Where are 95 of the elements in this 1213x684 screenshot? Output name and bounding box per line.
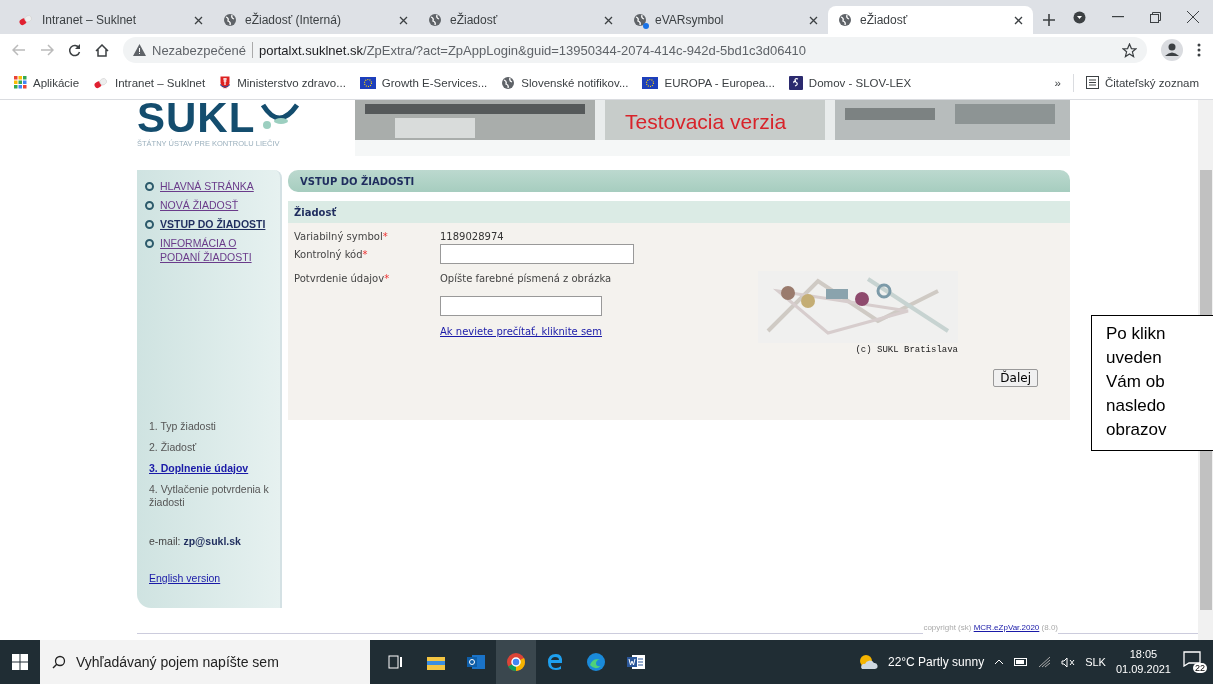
weather-text[interactable]: 22°C Partly sunny xyxy=(887,655,985,669)
pill-icon xyxy=(93,76,110,89)
step-item[interactable]: 3. Doplnenie údajov xyxy=(145,461,272,475)
restore-icon[interactable] xyxy=(1150,11,1161,23)
step-item: 4. Vytlačenie potvrdenia k žiadosti xyxy=(148,483,270,510)
hint-text: Opíšte farebné písmená z obrázka xyxy=(440,273,612,284)
apps-grid-icon xyxy=(14,76,27,89)
email-text: e-mail: zp@sukl.sk xyxy=(148,535,242,548)
browser-app-icon[interactable] xyxy=(507,653,525,671)
browser-tab[interactable]: eŽiadosť xyxy=(828,6,1033,34)
eu-flag-icon xyxy=(642,76,659,89)
help-link[interactable]: Ak neviete prečítať, kliknite sem xyxy=(440,326,612,337)
home-icon[interactable] xyxy=(95,43,109,57)
nav-link[interactable]: HLAVNÁ STRÁNKA xyxy=(160,180,254,194)
browser-tab[interactable]: eŽiadosť (Interná) xyxy=(213,6,418,34)
close-icon[interactable] xyxy=(604,15,613,25)
variable-symbol-value: 1189028974 xyxy=(440,230,504,242)
bullet-icon xyxy=(145,220,154,230)
step-item: 1. Typ žiadosti xyxy=(148,419,217,433)
globe-icon xyxy=(838,13,852,27)
taskbar-search-field[interactable]: Vyhľadávaný pojem napíšte sem xyxy=(40,640,370,684)
captcha-credit: (c) SUKL Bratislava xyxy=(855,345,958,355)
law-book-icon xyxy=(788,75,803,90)
pill-icon xyxy=(18,14,34,26)
version-link[interactable]: MCR.eZpVar.2020 xyxy=(973,623,1040,632)
bullet-icon xyxy=(145,182,154,191)
notifications-icon[interactable] xyxy=(1183,651,1201,667)
bullet-icon xyxy=(145,201,154,211)
step-item: 2. Žiadosť xyxy=(148,440,198,454)
close-icon[interactable] xyxy=(1014,15,1023,25)
callout-tooltip: Po klikn uveden Vám ob nasledo obrazov xyxy=(1091,315,1213,451)
globe-icon xyxy=(633,13,647,27)
bookmark[interactable]: Aplikácie xyxy=(14,76,80,89)
globe-icon xyxy=(501,75,516,90)
bookmark[interactable]: Ministerstvo zdravo... xyxy=(219,75,346,90)
browser-tab[interactable]: Intranet – Suklnet xyxy=(8,6,213,34)
banner-text: Testovacia verzia xyxy=(625,110,787,134)
globe-icon xyxy=(223,13,237,27)
close-icon[interactable] xyxy=(809,15,818,25)
field-label: Variabilný symbol* xyxy=(294,230,389,242)
eu-flag-icon xyxy=(359,76,376,89)
url-text: portalxt.suklnet.sk/ZpExtra/?act=ZpAppLogin&guid=13950344-2074-414c-942d-5bd1c3d06410 xyxy=(258,42,807,58)
bookmark[interactable]: Growth E-Services... xyxy=(359,76,488,89)
shield-icon xyxy=(219,75,232,90)
globe-icon xyxy=(428,13,442,27)
reading-list-button[interactable]: Čitateľský zoznam xyxy=(1085,76,1199,89)
search-icon xyxy=(52,655,66,669)
browser-tab[interactable]: eVARsymbol xyxy=(623,6,828,34)
battery-icon[interactable] xyxy=(1014,658,1029,666)
close-icon[interactable] xyxy=(1187,11,1199,23)
profile-icon[interactable] xyxy=(1161,39,1183,61)
list-icon xyxy=(1085,76,1099,89)
notification-count: 22 xyxy=(1193,663,1207,673)
windows-start-icon[interactable] xyxy=(12,654,28,670)
wifi-icon[interactable] xyxy=(1038,656,1052,668)
warning-icon xyxy=(133,44,146,56)
profile-menu-icon[interactable] xyxy=(1073,10,1086,24)
new-tab-icon[interactable] xyxy=(1043,14,1055,26)
menu-icon[interactable] xyxy=(1197,43,1201,57)
mail-app-icon[interactable] xyxy=(467,654,485,670)
logo-text: SUKL xyxy=(137,100,256,136)
task-view-icon[interactable] xyxy=(388,655,404,669)
close-icon[interactable] xyxy=(399,15,408,25)
english-version-link[interactable]: English version xyxy=(145,572,272,584)
bookmark[interactable]: EUROPA - Europea... xyxy=(642,76,775,89)
field-label: Potvrdenie údajov* xyxy=(294,273,391,284)
security-label: Nezabezpečené xyxy=(152,42,246,58)
nav-link[interactable]: VSTUP DO ŽIADOSTI xyxy=(160,218,266,232)
star-icon[interactable] xyxy=(1122,42,1137,58)
bookmark[interactable]: Domov - SLOV-LEX xyxy=(788,75,912,90)
chevron-up-icon[interactable] xyxy=(994,659,1005,665)
bookmark[interactable]: Slovenské notifikov... xyxy=(501,75,629,90)
field-label: Kontrolný kód* xyxy=(294,248,369,260)
close-icon[interactable] xyxy=(194,15,203,25)
bookmark[interactable]: Intranet – Suklnet xyxy=(93,76,206,89)
section-title: Žiadosť xyxy=(288,201,1070,223)
address-bar[interactable]: Nezabezpečené portalxt.suklnet.sk/ZpExtra/?act=ZpAppLogin&guid=13950344-2074-414c-942d-5bd1c3d06410 xyxy=(123,37,1147,63)
more-bookmarks-button[interactable]: » xyxy=(1054,76,1061,89)
speaker-muted-icon[interactable] xyxy=(1061,656,1076,668)
language-indicator[interactable]: SLK xyxy=(1085,656,1106,668)
next-button[interactable]: Ďalej xyxy=(993,369,1038,387)
reload-icon[interactable] xyxy=(68,43,81,57)
nav-link[interactable]: NOVÁ ŽIADOSŤ xyxy=(160,199,239,213)
minimize-icon[interactable] xyxy=(1112,16,1124,18)
bullet-icon xyxy=(145,239,154,249)
captcha-field[interactable] xyxy=(440,296,602,316)
wave-browser-icon[interactable] xyxy=(587,653,605,671)
control-code-field[interactable] xyxy=(440,244,634,264)
document-app-icon[interactable] xyxy=(627,654,645,670)
folder-icon[interactable] xyxy=(427,654,445,670)
browser-tab[interactable]: eŽiadosť xyxy=(418,6,623,34)
panel-title: VSTUP DO ŽIADOSTI xyxy=(288,170,1070,192)
nav-link[interactable]: INFORMÁCIA O PODANÍ ŽIADOSTI xyxy=(160,237,272,264)
weather-icon xyxy=(857,654,878,670)
clock[interactable]: 18:05 01.09.2021 xyxy=(1115,647,1171,677)
